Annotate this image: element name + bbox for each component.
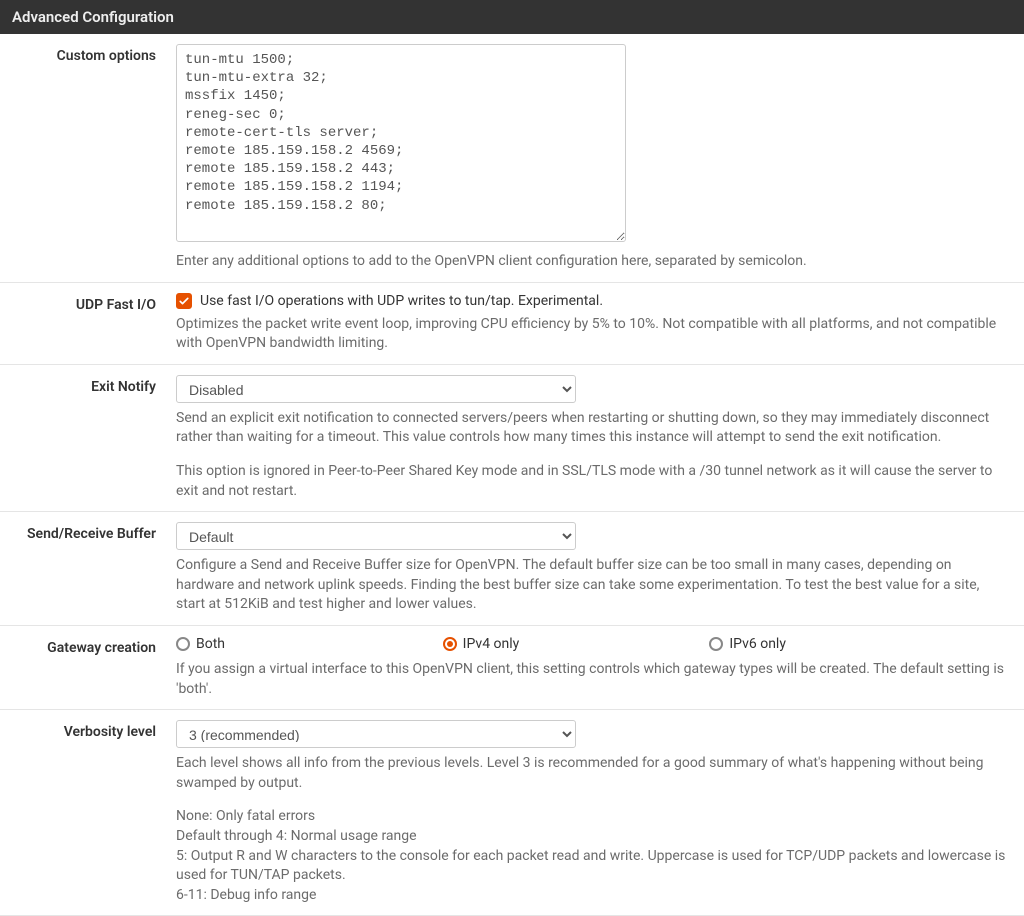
help-custom-options: Enter any additional options to add to t… <box>176 252 1009 272</box>
panel-header: Advanced Configuration <box>0 0 1024 34</box>
row-udp-fastio: UDP Fast I/O Use fast I/O operations wit… <box>0 283 1024 365</box>
label-sndrcv-buffer: Send/Receive Buffer <box>0 522 176 615</box>
gateway-radio-ipv6[interactable]: IPv6 only <box>709 636 976 652</box>
udp-fastio-checkbox-label: Use fast I/O operations with UDP writes … <box>200 293 603 309</box>
udp-fastio-checkbox[interactable] <box>176 293 192 309</box>
radio-icon <box>176 637 190 651</box>
label-gateway: Gateway creation <box>0 636 176 699</box>
verbosity-select[interactable]: 3 (recommended) <box>176 720 576 748</box>
gateway-radio-ipv4[interactable]: IPv4 only <box>443 636 710 652</box>
gateway-radio-both[interactable]: Both <box>176 636 443 652</box>
sndrcv-buffer-select[interactable]: Default <box>176 522 576 550</box>
row-gateway: Gateway creation Both IPv4 only IPv6 onl… <box>0 626 1024 710</box>
help-sndrcv-buffer: Configure a Send and Receive Buffer size… <box>176 556 1009 615</box>
radio-icon <box>709 637 723 651</box>
row-custom-options: Custom options Enter any additional opti… <box>0 34 1024 283</box>
panel-title: Advanced Configuration <box>12 8 174 26</box>
label-verbosity: Verbosity level <box>0 720 176 905</box>
label-custom-options: Custom options <box>0 44 176 272</box>
row-exit-notify: Exit Notify Disabled Send an explicit ex… <box>0 365 1024 512</box>
help-gateway: If you assign a virtual interface to thi… <box>176 660 1009 699</box>
label-udp-fastio: UDP Fast I/O <box>0 293 176 354</box>
row-verbosity: Verbosity level 3 (recommended) Each lev… <box>0 710 1024 916</box>
exit-notify-select[interactable]: Disabled <box>176 375 576 403</box>
help-verbosity: Each level shows all info from the previ… <box>176 754 1009 905</box>
label-exit-notify: Exit Notify <box>0 375 176 501</box>
row-sndrcv-buffer: Send/Receive Buffer Default Configure a … <box>0 512 1024 626</box>
gateway-radio-group: Both IPv4 only IPv6 only <box>176 636 976 652</box>
help-udp-fastio: Optimizes the packet write event loop, i… <box>176 315 1009 354</box>
help-exit-notify: Send an explicit exit notification to co… <box>176 409 1009 501</box>
radio-icon <box>443 637 457 651</box>
custom-options-textarea[interactable] <box>176 44 626 242</box>
